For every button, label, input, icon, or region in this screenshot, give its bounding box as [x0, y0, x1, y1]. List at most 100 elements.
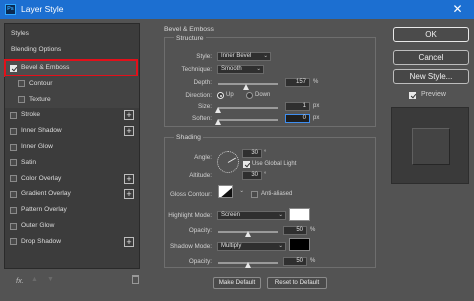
size-slider-track[interactable]	[218, 107, 278, 109]
technique-dropdown[interactable]: Smooth ⌄	[217, 65, 264, 74]
style-checkbox[interactable]	[10, 238, 17, 246]
bevel-section-title: Bevel & Emboss	[164, 26, 214, 33]
shadow-color-swatch[interactable]	[289, 238, 310, 251]
chevron-down-icon: ⌄	[278, 212, 283, 218]
depth-slider-thumb[interactable]	[243, 84, 249, 90]
highlight-opacity-thumb[interactable]	[245, 231, 251, 237]
style-dropdown-value: Inner Bevel	[221, 53, 252, 59]
style-checkbox[interactable]	[18, 80, 25, 88]
shadow-opacity-unit: %	[310, 258, 316, 264]
style-item-texture[interactable]: Texture	[5, 91, 139, 108]
make-default-button[interactable]: Make Default	[213, 277, 261, 289]
add-style-icon[interactable]: +	[124, 236, 134, 247]
add-style-icon[interactable]: +	[124, 189, 134, 200]
window-title: Layer Style	[21, 4, 64, 14]
style-item-color-overlay[interactable]: Color Overlay +	[5, 171, 139, 187]
gloss-contour-label: Gloss Contour:	[170, 191, 212, 198]
altitude-unit: °	[264, 172, 267, 178]
style-checkbox[interactable]	[10, 64, 17, 72]
style-item-label: Stroke	[21, 111, 41, 119]
preview-label: Preview	[421, 91, 446, 98]
soften-label: Soften:	[192, 115, 212, 122]
styles-header[interactable]: Styles	[5, 26, 139, 42]
style-item-label: Texture	[29, 95, 51, 103]
direction-down-radio[interactable]	[246, 92, 253, 99]
anti-aliased-checkbox[interactable]	[251, 191, 258, 198]
style-item-bevel-emboss[interactable]: Bevel & Emboss	[5, 60, 139, 76]
contour-curve-icon	[221, 187, 232, 197]
highlight-mode-dropdown[interactable]: Screen ⌄	[217, 211, 286, 220]
style-checkbox[interactable]	[10, 143, 17, 151]
depth-unit: %	[313, 79, 319, 85]
highlight-opacity-input[interactable]: 50	[283, 226, 307, 235]
style-item-satin[interactable]: Satin	[5, 155, 139, 171]
gloss-contour-preview[interactable]	[218, 185, 233, 198]
close-icon[interactable]: ✕	[441, 0, 474, 19]
blending-options-label: Blending Options	[11, 46, 62, 53]
angle-input[interactable]: 30	[242, 149, 262, 158]
style-checkbox[interactable]	[10, 190, 17, 198]
chevron-down-icon: ⌄	[239, 188, 244, 194]
photoshop-app-icon: Ps	[5, 4, 16, 15]
shadow-mode-label: Shadow Mode:	[169, 243, 212, 250]
shading-title: Shading	[174, 134, 203, 141]
add-style-icon[interactable]: +	[124, 110, 134, 121]
blending-options[interactable]: Blending Options	[5, 42, 139, 58]
depth-input[interactable]: 157	[285, 78, 310, 87]
move-up-icon[interactable]: ▲	[31, 276, 38, 283]
style-checkbox[interactable]	[10, 159, 17, 167]
style-item-inner-shadow[interactable]: Inner Shadow +	[5, 123, 139, 139]
soften-input[interactable]: 0	[285, 114, 310, 123]
shadow-mode-dropdown[interactable]: Multiply ⌄	[217, 242, 286, 251]
style-item-pattern-overlay[interactable]: Pattern Overlay	[5, 202, 139, 218]
style-item-gradient-overlay[interactable]: Gradient Overlay +	[5, 186, 139, 202]
style-checkbox[interactable]	[10, 127, 17, 135]
highlight-mode-value: Screen	[221, 212, 241, 218]
style-item-label: Drop Shadow	[21, 237, 61, 245]
soften-slider-track[interactable]	[218, 119, 278, 121]
structure-title: Structure	[174, 35, 206, 42]
style-item-inner-glow[interactable]: Inner Glow	[5, 139, 139, 155]
gloss-contour-dropdown[interactable]: ⌄	[235, 187, 245, 196]
shadow-opacity-input[interactable]: 50	[283, 257, 307, 266]
style-item-outer-glow[interactable]: Outer Glow	[5, 218, 139, 234]
direction-up-radio[interactable]	[217, 92, 224, 99]
shadow-opacity-label: Opacity:	[188, 258, 212, 265]
trash-icon[interactable]	[132, 275, 139, 284]
chevron-down-icon: ⌄	[278, 243, 283, 249]
move-down-icon[interactable]: ▼	[47, 276, 54, 283]
soften-slider-thumb[interactable]	[215, 119, 221, 125]
direction-label: Direction:	[185, 92, 212, 99]
size-unit: px	[313, 103, 320, 109]
reset-to-default-button[interactable]: Reset to Default	[267, 277, 327, 289]
style-dropdown[interactable]: Inner Bevel ⌄	[217, 52, 271, 61]
style-item-label: Inner Glow	[21, 143, 53, 150]
add-style-icon[interactable]: +	[124, 126, 134, 137]
style-item-stroke[interactable]: Stroke +	[5, 107, 139, 123]
style-checkbox[interactable]	[18, 96, 25, 104]
style-item-drop-shadow[interactable]: Drop Shadow +	[5, 234, 139, 250]
style-preview-square	[412, 128, 450, 165]
highlight-color-swatch[interactable]	[289, 208, 310, 221]
preview-checkbox[interactable]	[409, 92, 416, 99]
ok-button[interactable]: OK	[393, 27, 469, 42]
global-light-label: Use Global Light	[252, 161, 297, 167]
shadow-opacity-thumb[interactable]	[245, 262, 251, 268]
style-item-contour[interactable]: Contour	[5, 75, 139, 92]
style-item-label: Inner Shadow	[21, 127, 62, 135]
style-checkbox[interactable]	[10, 111, 17, 119]
new-style-button[interactable]: New Style...	[393, 69, 469, 84]
style-checkbox[interactable]	[10, 222, 17, 230]
global-light-checkbox[interactable]	[243, 161, 250, 168]
add-style-icon[interactable]: +	[124, 173, 134, 184]
style-checkbox[interactable]	[10, 206, 17, 214]
angle-dial[interactable]	[217, 151, 239, 173]
cancel-button[interactable]: Cancel	[393, 50, 469, 65]
size-slider-thumb[interactable]	[215, 107, 221, 113]
size-input[interactable]: 1	[285, 102, 310, 111]
altitude-input[interactable]: 30	[242, 171, 262, 180]
chevron-down-icon: ⌄	[256, 66, 261, 72]
depth-label: Depth:	[193, 79, 212, 86]
style-checkbox[interactable]	[10, 175, 17, 183]
fx-button[interactable]: fx.	[16, 276, 24, 285]
